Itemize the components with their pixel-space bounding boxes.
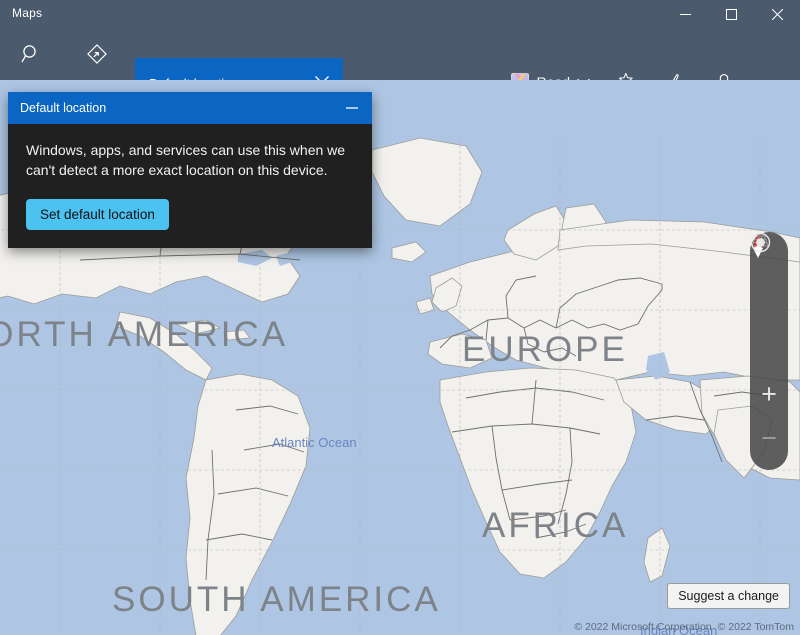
zoom-in-button[interactable]: + [750, 372, 788, 416]
current-location-icon [750, 232, 771, 253]
notification-header: Default location [8, 92, 372, 124]
close-icon [772, 9, 783, 20]
directions-button[interactable] [66, 28, 128, 80]
window-controls [662, 0, 800, 28]
notification-minimize-button[interactable] [332, 92, 372, 124]
search-button[interactable] [0, 28, 62, 80]
directions-icon [85, 42, 109, 66]
notification-message: Windows, apps, and services can use this… [26, 140, 354, 181]
current-location-button[interactable] [750, 328, 788, 372]
attribution-microsoft: © 2022 Microsoft Corporation [574, 621, 711, 633]
minimize-icon [345, 101, 359, 115]
ocean-label: Atlantic Ocean [272, 435, 357, 450]
suggest-a-change-label: Suggest a change [678, 589, 779, 603]
app-toolbar: Default location Road [0, 28, 800, 80]
continent-label: SOUTH AMERICA [112, 580, 441, 620]
attribution-tomtom: © 2022 TomTom [718, 621, 794, 633]
notification-body: Windows, apps, and services can use this… [8, 124, 372, 248]
suggest-a-change-button[interactable]: Suggest a change [667, 583, 790, 609]
continent-label: AFRICA [482, 506, 628, 546]
set-default-location-button[interactable]: Set default location [26, 199, 169, 230]
continent-label: NORTH AMERICA [0, 315, 288, 355]
app-title: Maps [12, 6, 42, 20]
zoom-out-button[interactable]: − [750, 416, 788, 460]
map-controls: + − [750, 232, 788, 470]
map-attribution: © 2022 Microsoft Corporation © 2022 TomT… [571, 621, 794, 633]
notification-title: Default location [20, 101, 332, 115]
maximize-button[interactable] [708, 0, 754, 28]
tilt-3d-button[interactable] [750, 284, 788, 328]
maps-app-window: Maps [0, 0, 800, 635]
minimize-icon [680, 9, 691, 20]
zoom-in-label: + [761, 381, 777, 408]
title-bar: Maps [0, 0, 800, 28]
close-button[interactable] [754, 0, 800, 28]
zoom-out-label: − [761, 425, 777, 452]
search-icon [20, 43, 42, 65]
maximize-icon [726, 9, 737, 20]
default-location-notification: Default location Windows, apps, and serv… [8, 92, 372, 248]
continent-label: EUROPE [462, 330, 628, 370]
minimize-button[interactable] [662, 0, 708, 28]
